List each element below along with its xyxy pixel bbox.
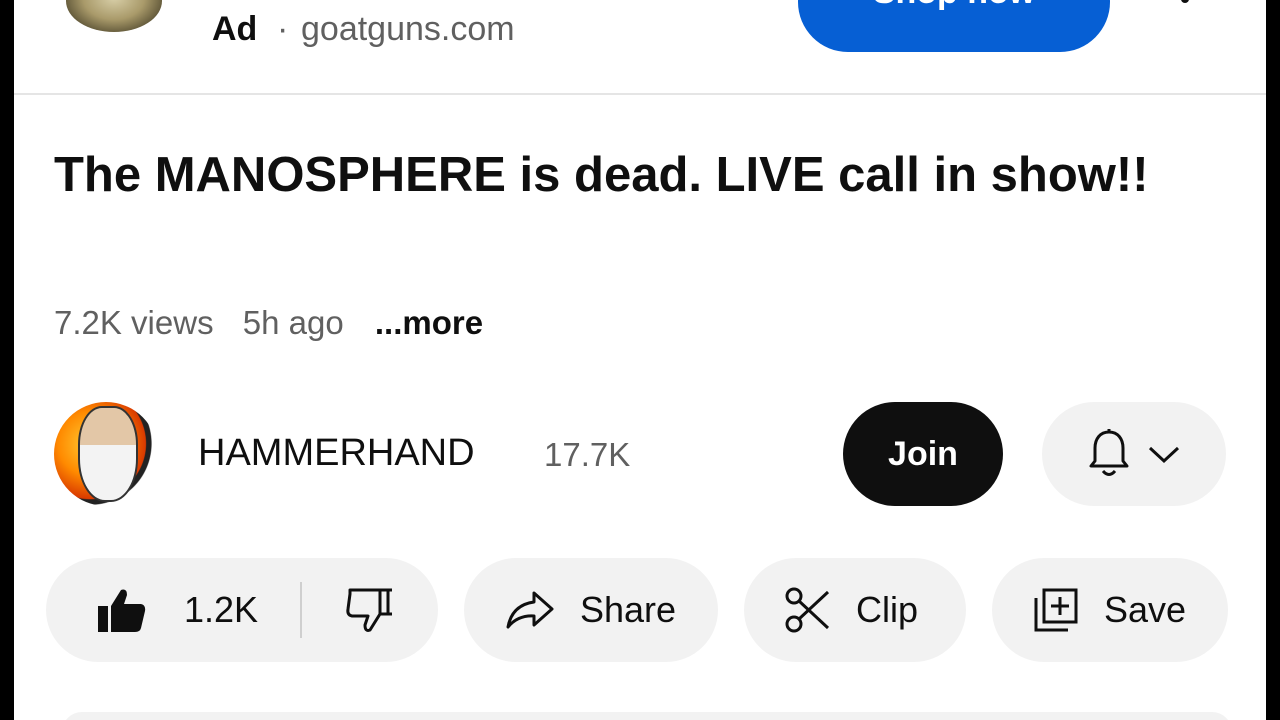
video-watch-page: Ad · goatguns.com Shop now The MANOSPHER… [14, 0, 1266, 720]
clip-label: Clip [856, 589, 919, 630]
channel-name[interactable]: HAMMERHAND [198, 432, 475, 475]
thumbs-up-icon [96, 586, 148, 634]
thumbs-down-icon [344, 586, 396, 634]
chevron-down-icon [1147, 444, 1181, 464]
share-button[interactable]: Share [464, 558, 718, 662]
bell-icon [1087, 428, 1131, 480]
ad-separator: · [277, 10, 289, 48]
video-title[interactable]: The MANOSPHERE is dead. LIVE call in sho… [54, 142, 1174, 208]
more-link[interactable]: ...more [375, 304, 483, 341]
scissors-icon [784, 586, 832, 634]
share-arrow-icon [504, 590, 556, 630]
avatar-face [78, 406, 138, 502]
channel-avatar[interactable] [54, 402, 158, 506]
notification-button[interactable] [1042, 402, 1226, 506]
save-button[interactable]: Save [992, 558, 1228, 662]
share-label: Share [580, 589, 677, 630]
subscriber-count: 17.7K [544, 436, 631, 473]
ad-banner[interactable]: Ad · goatguns.com Shop now [14, 0, 1266, 94]
advertiser-logo [66, 0, 162, 32]
divider [14, 93, 1266, 95]
like-count: 1.2K [184, 589, 259, 630]
join-button[interactable]: Join [843, 402, 1003, 506]
upload-age: 5h ago [242, 304, 344, 341]
add-to-playlist-icon [1032, 586, 1080, 634]
comments-preview-card[interactable] [62, 712, 1232, 720]
shop-now-button[interactable]: Shop now [798, 0, 1110, 52]
clip-button[interactable]: Clip [744, 558, 966, 662]
view-count: 7.2K views [54, 304, 214, 341]
overflow-menu-icon[interactable] [1170, 0, 1200, 8]
like-dislike-group: 1.2K [46, 558, 438, 662]
ad-badge: Ad [212, 10, 258, 48]
video-metadata[interactable]: 7.2K views 5h ago ...more [54, 304, 503, 342]
save-label: Save [1104, 589, 1187, 630]
dislike-button[interactable] [302, 558, 438, 662]
ad-domain[interactable]: goatguns.com [301, 10, 515, 49]
like-button[interactable]: 1.2K [46, 558, 300, 662]
